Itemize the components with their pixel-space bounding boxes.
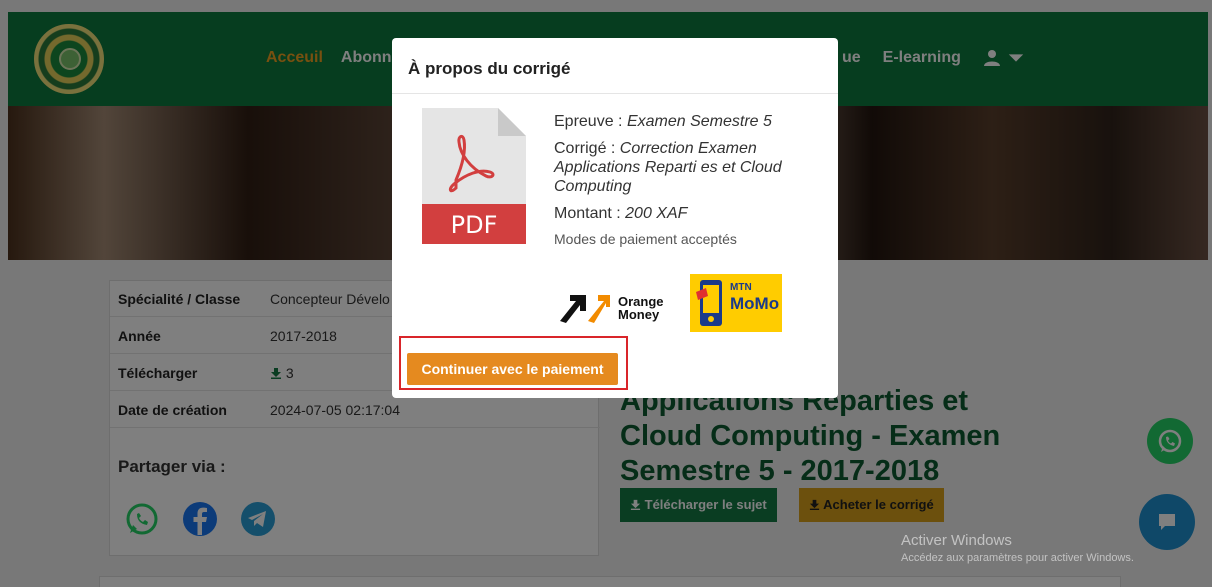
mtn-momo-logo: MTN MoMo xyxy=(690,274,782,332)
corrige-label: Corrigé : xyxy=(554,140,620,157)
pdf-file-icon: PDF xyxy=(422,108,526,244)
epreuve-line: Epreuve : Examen Semestre 5 xyxy=(554,112,824,131)
watermark-line1: Activer Windows xyxy=(901,532,1012,549)
pdf-label: PDF xyxy=(451,211,498,239)
mtn-phone-icon xyxy=(696,280,722,326)
orange-money-line2: Money xyxy=(618,307,660,322)
continue-payment-button[interactable]: Continuer avec le paiement xyxy=(407,353,618,385)
corrige-line: Corrigé : Correction Examen Applications… xyxy=(554,139,824,196)
montant-value: 200 XAF xyxy=(625,205,688,222)
modal-header: À propos du corrigé xyxy=(392,38,838,94)
mtn-line2: MoMo xyxy=(730,294,780,313)
mtn-line1: MTN xyxy=(730,282,752,293)
windows-activation-watermark: Activer Windows Accédez aux paramètres p… xyxy=(901,532,1134,564)
montant-line: Montant : 200 XAF xyxy=(554,204,824,223)
epreuve-value: Examen Semestre 5 xyxy=(626,113,772,130)
orange-money-logo: Orange Money xyxy=(560,291,664,325)
watermark-line2: Accédez aux paramètres pour activer Wind… xyxy=(901,552,1134,564)
payment-modes-label: Modes de paiement acceptés xyxy=(554,231,737,247)
orange-money-icon xyxy=(560,295,610,323)
montant-label: Montant : xyxy=(554,205,626,222)
modal-title: À propos du corrigé xyxy=(408,59,571,78)
epreuve-label: Epreuve : xyxy=(554,113,627,130)
